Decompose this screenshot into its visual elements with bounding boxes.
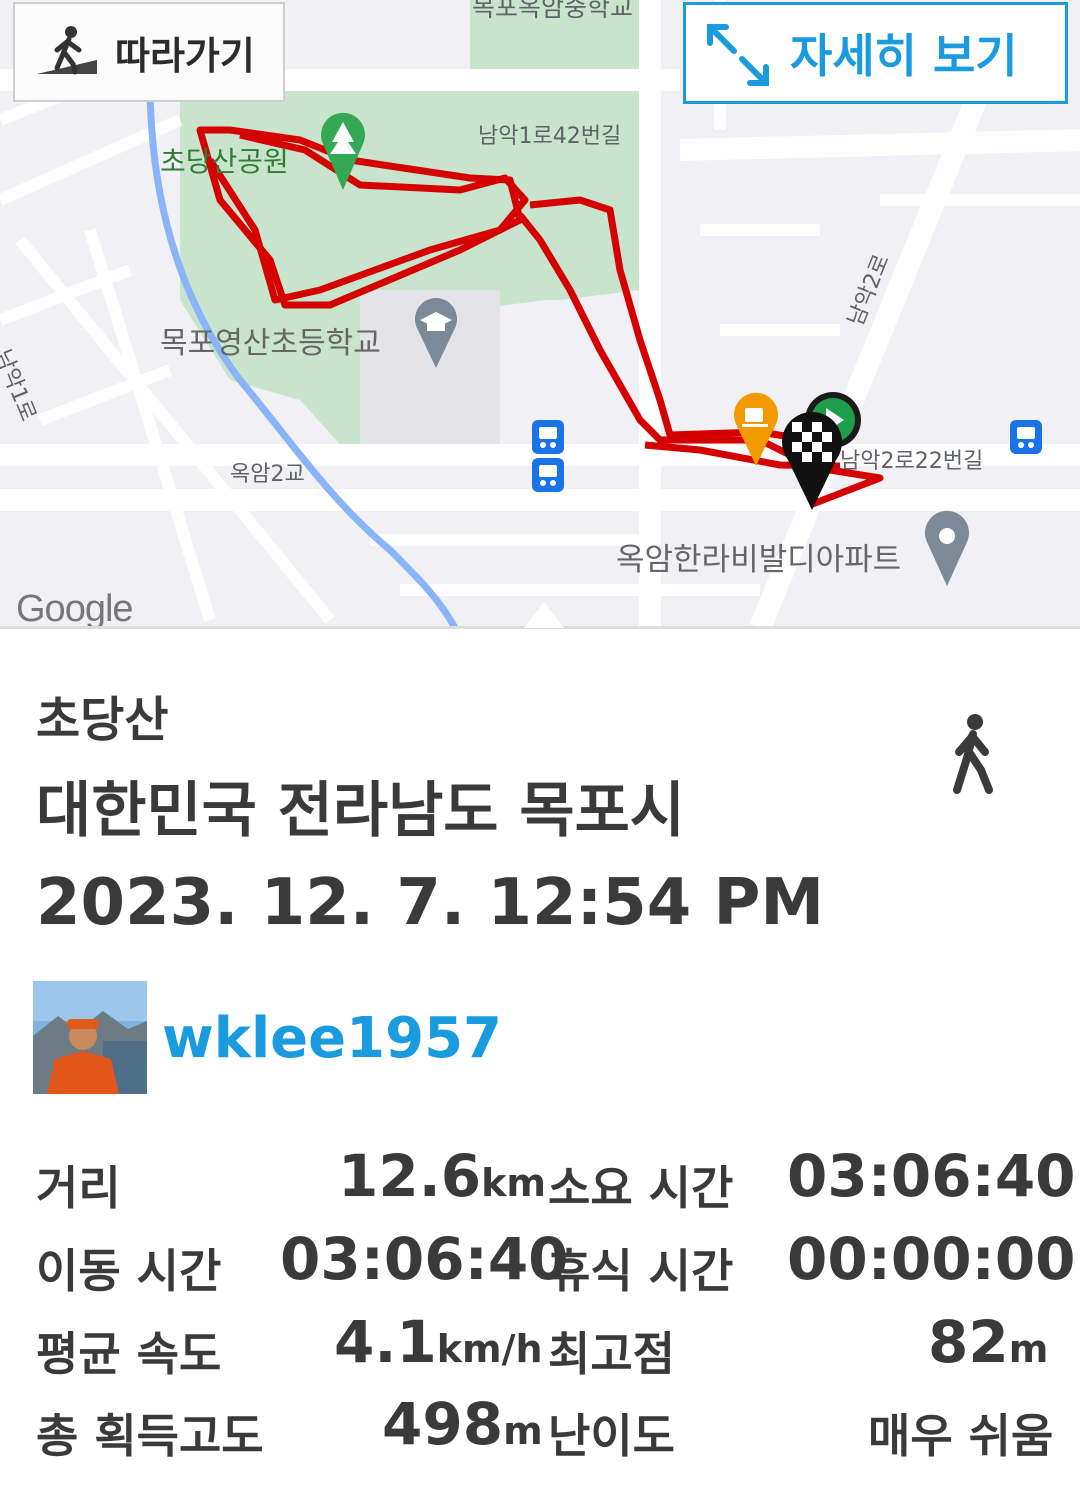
google-logo: Google [16, 588, 134, 628]
bus-stop-icon[interactable] [1010, 420, 1042, 454]
max-altitude-value: 82m [928, 1308, 1048, 1376]
walking-person-icon [953, 714, 993, 794]
expand-arrows-icon [707, 24, 769, 86]
max-altitude-label: 최고점 [548, 1327, 675, 1381]
avg-speed-number: 4.1 [334, 1308, 437, 1376]
track-location: 대한민국 전라남도 목포시 [36, 776, 685, 846]
view-detail-button[interactable]: 자세히 보기 [683, 2, 1068, 104]
map-label-road-1: 남악1로42번길 [478, 124, 622, 149]
total-gain-unit: m [503, 1409, 543, 1453]
map-label-bridge: 옥암2교 [230, 462, 305, 487]
avg-speed-value: 4.1km/h [334, 1308, 543, 1376]
duration-value: 03:06:40 [787, 1142, 1076, 1210]
track-title: 초당산 [36, 692, 169, 748]
avg-speed-unit: km/h [436, 1327, 543, 1371]
total-gain-number: 498 [382, 1390, 504, 1458]
route-map[interactable]: 목포옥암중학교 초당산공원 남악1로42번길 남악2로 남악1로 목포영산초등학… [0, 0, 1080, 628]
bus-stop-icon[interactable] [532, 458, 564, 492]
max-altitude-number: 82 [928, 1308, 1009, 1376]
distance-unit: km [481, 1161, 546, 1205]
hiker-icon [37, 26, 97, 75]
moving-time-label: 이동 시간 [36, 1244, 222, 1298]
follow-button[interactable]: 따라가기 [13, 2, 285, 102]
max-altitude-unit: m [1008, 1327, 1049, 1371]
school-marker-icon[interactable] [412, 298, 460, 370]
total-gain-value: 498m [382, 1390, 543, 1458]
follow-button-label: 따라가기 [115, 33, 255, 78]
map-label-school-top: 목포옥암중학교 [472, 0, 634, 22]
park-marker-icon[interactable] [318, 112, 368, 192]
distance-number: 12.6 [338, 1142, 482, 1210]
rest-time-value: 00:00:00 [787, 1225, 1076, 1293]
track-datetime: 2023. 12. 7. 12:54 PM [36, 866, 825, 940]
map-label-park: 초당산공원 [160, 145, 289, 178]
apartment-marker-icon[interactable] [922, 510, 972, 588]
bus-stop-icon[interactable] [532, 420, 564, 454]
map-label-school: 목포영산초등학교 [160, 326, 381, 361]
total-gain-label: 총 획득고도 [36, 1409, 264, 1463]
map-label-road-4: 남악2로22번길 [840, 449, 984, 474]
difficulty-label: 난이도 [548, 1409, 675, 1463]
finish-marker-icon[interactable] [780, 412, 844, 512]
distance-value: 12.6km [338, 1142, 546, 1210]
difficulty-value: 매우 쉬움 [868, 1409, 1054, 1463]
duration-label: 소요 시간 [548, 1161, 734, 1215]
moving-time-value: 03:06:40 [280, 1225, 569, 1293]
username-link[interactable]: wklee1957 [162, 1006, 502, 1071]
view-detail-label: 자세히 보기 [790, 29, 1018, 83]
map-label-apartment: 옥암한라비발디아파트 [616, 542, 902, 578]
distance-label: 거리 [36, 1161, 121, 1215]
cafe-marker-icon[interactable] [730, 392, 782, 468]
avatar[interactable] [33, 981, 147, 1094]
rest-time-label: 휴식 시간 [548, 1244, 734, 1298]
avg-speed-label: 평균 속도 [36, 1327, 222, 1381]
panel-pointer [524, 602, 564, 628]
